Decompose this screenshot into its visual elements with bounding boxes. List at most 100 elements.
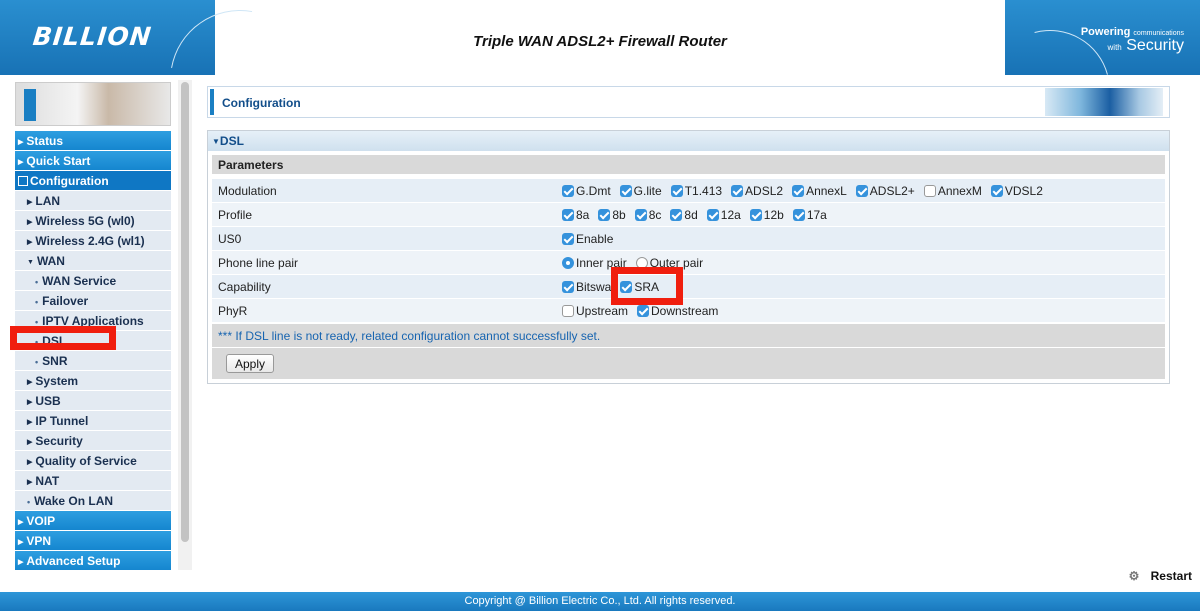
checkbox-8c[interactable] [634, 209, 647, 221]
product-title: Triple WAN ADSL2+ Firewall Router [473, 33, 727, 50]
sidebar-scroll-thumb[interactable] [181, 82, 189, 542]
checkbox-8b[interactable] [598, 209, 611, 221]
option-12a[interactable]: 12a [706, 208, 741, 222]
option-t1-413[interactable]: T1.413 [670, 184, 723, 198]
sidebar-item-wake-on-lan[interactable]: • Wake On LAN [15, 491, 171, 511]
option-label: Downstream [651, 304, 719, 318]
sidebar-item-security[interactable]: ▶ Security [15, 431, 171, 451]
checkbox-g-dmt[interactable] [562, 185, 574, 197]
option-adsl2[interactable]: ADSL2 [731, 184, 783, 198]
option-label: Bitswa [576, 280, 612, 294]
sidebar-item-label: Configuration [30, 174, 109, 188]
checkbox-annexm[interactable] [923, 185, 936, 197]
dsl-panel-header[interactable]: ▼DSL [208, 131, 1169, 151]
bullet-icon: • [35, 297, 39, 307]
option-g-dmt[interactable]: G.Dmt [562, 184, 611, 198]
row-phone-line-pair: Phone line pair Inner pair Outer pair [212, 251, 1165, 275]
sidebar-item-label: VOIP [26, 514, 56, 528]
checkbox-adsl2[interactable] [731, 185, 744, 197]
sidebar-photo-bar [24, 89, 36, 121]
arrow-right-icon: ▶ [18, 539, 24, 546]
sidebar-item-quality-of-service[interactable]: ▶ Quality of Service [15, 451, 171, 471]
header: BILLION Triple WAN ADSL2+ Firewall Route… [0, 0, 1200, 75]
option-8d[interactable]: 8d [670, 208, 698, 222]
option-downstream[interactable]: Downstream [637, 304, 718, 318]
page-title: Configuration [222, 96, 301, 110]
option-8b[interactable]: 8b [598, 208, 626, 222]
option-vdsl2[interactable]: VDSL2 [990, 184, 1043, 198]
sidebar-item-nat[interactable]: ▶ NAT [15, 471, 171, 491]
sidebar-item-usb[interactable]: ▶ USB [15, 391, 171, 411]
checkbox-vdsl2[interactable] [990, 185, 1003, 197]
row-label: Modulation [218, 184, 277, 198]
option-label: ADSL2 [745, 184, 784, 198]
sidebar-item-label: Failover [42, 294, 89, 308]
option-upstream[interactable]: Upstream [562, 304, 628, 318]
arrow-right-icon: ▶ [27, 239, 33, 246]
sidebar-item-voip[interactable]: ▶ VOIP [15, 511, 171, 531]
checkbox-g-lite[interactable] [619, 185, 632, 197]
row-values: Enable [562, 227, 622, 251]
sidebar-item-wireless-2-4g-wl1[interactable]: ▶ Wireless 2.4G (wl1) [15, 231, 171, 251]
checkbox-downstream[interactable] [637, 305, 650, 317]
sidebar-item-label: Advanced Setup [26, 554, 121, 568]
checkbox-upstream[interactable] [562, 305, 574, 317]
config-banner: Configuration [207, 86, 1170, 118]
sidebar-item-wan[interactable]: ▼ WAN [15, 251, 171, 271]
sidebar-item-advanced-setup[interactable]: ▶ Advanced Setup [15, 551, 171, 571]
sidebar-photo [15, 82, 171, 126]
sidebar-item-label: WAN Service [42, 274, 117, 288]
sidebar-item-vpn[interactable]: ▶ VPN [15, 531, 171, 551]
arrow-right-icon: ▶ [27, 199, 33, 206]
sidebar-item-quick-start[interactable]: ▶ Quick Start [15, 151, 171, 171]
sidebar-item-wireless-5g-wl0[interactable]: ▶ Wireless 5G (wl0) [15, 211, 171, 231]
radio-inner-pair[interactable] [562, 257, 574, 269]
sidebar-item-label: USB [35, 394, 61, 408]
option-label: T1.413 [684, 184, 723, 198]
sidebar-item-lan[interactable]: ▶ LAN [15, 191, 171, 211]
option-17a[interactable]: 17a [792, 208, 827, 222]
option-12b[interactable]: 12b [749, 208, 784, 222]
option-annexm[interactable]: AnnexM [923, 184, 982, 198]
checkbox-8d[interactable] [670, 209, 683, 221]
restart-button[interactable]: ⚙ Restart [1129, 569, 1192, 583]
arrow-down-icon: ▼ [27, 259, 34, 266]
sidebar-item-configuration[interactable]: Configuration [15, 171, 171, 191]
sidebar-item-ip-tunnel[interactable]: ▶ IP Tunnel [15, 411, 171, 431]
option-8a[interactable]: 8a [562, 208, 589, 222]
option-enable[interactable]: Enable [562, 232, 613, 246]
sidebar-item-wan-service[interactable]: • WAN Service [15, 271, 171, 291]
checkbox-bitswa[interactable] [562, 281, 574, 293]
sidebar-item-label: Wake On LAN [34, 494, 114, 508]
checkbox-annexl[interactable] [792, 185, 805, 197]
checkbox-17a[interactable] [792, 209, 805, 221]
checkbox-enable[interactable] [562, 233, 574, 245]
checkbox-12b[interactable] [749, 209, 762, 221]
row-profile: Profile 8a 8b 8c 8d 12a 12b 17a [212, 203, 1165, 227]
apply-button[interactable]: Apply [226, 354, 274, 373]
option-adsl2-[interactable]: ADSL2+ [855, 184, 915, 198]
checkbox-8a[interactable] [562, 209, 574, 221]
row-label: US0 [218, 232, 242, 246]
sidebar-item-label: System [35, 374, 79, 388]
option-label: G.Dmt [576, 184, 611, 198]
sidebar-item-label: LAN [35, 194, 61, 208]
checkbox-adsl2-[interactable] [855, 185, 868, 197]
option-annexl[interactable]: AnnexL [792, 184, 847, 198]
option-8c[interactable]: 8c [634, 208, 661, 222]
sidebar-item-status[interactable]: ▶ Status [15, 131, 171, 151]
sidebar-item-system[interactable]: ▶ System [15, 371, 171, 391]
option-bitswa[interactable]: Bitswa [562, 280, 611, 294]
dsl-panel-title: DSL [219, 134, 244, 148]
restart-icon: ⚙ [1128, 569, 1140, 583]
router-admin-page: BILLION Triple WAN ADSL2+ Firewall Route… [0, 0, 1200, 611]
sidebar-item-failover[interactable]: • Failover [15, 291, 171, 311]
row-values: 8a 8b 8c 8d 12a 12b 17a [562, 203, 836, 227]
row-label: Capability [218, 280, 271, 294]
option-g-lite[interactable]: G.lite [619, 184, 662, 198]
checkbox-12a[interactable] [706, 209, 719, 221]
arrow-right-icon: ▶ [18, 519, 24, 526]
sidebar-item-snr[interactable]: • SNR [15, 351, 171, 371]
banner-accent-bar [210, 89, 214, 115]
checkbox-t1-413[interactable] [670, 185, 683, 197]
